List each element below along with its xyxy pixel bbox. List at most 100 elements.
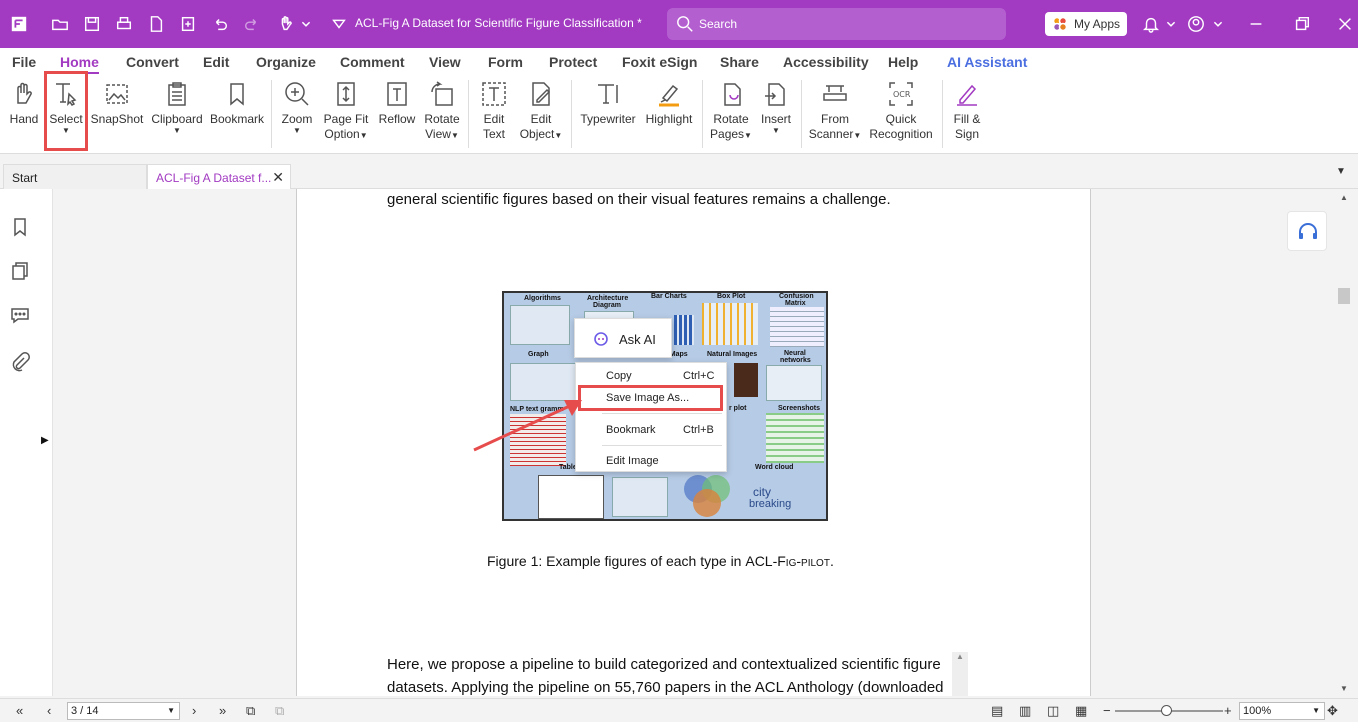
zoom-dropdown-icon[interactable]: ▼ <box>1312 706 1320 715</box>
tab-start[interactable]: Start <box>3 164 147 189</box>
tab-dropdown-icon[interactable] <box>328 13 350 35</box>
pages-panel-icon[interactable] <box>10 261 32 283</box>
undo-icon[interactable] <box>209 13 231 35</box>
menu-file[interactable]: File <box>12 54 36 70</box>
last-page-icon[interactable]: » <box>219 703 226 718</box>
menu-protect[interactable]: Protect <box>549 54 597 70</box>
menu-edit[interactable]: Edit <box>203 54 229 70</box>
quick-recognition-button[interactable]: OCR Quick Recognition <box>866 78 936 150</box>
chevron-down-icon[interactable] <box>1207 13 1229 35</box>
redo-icon[interactable] <box>241 13 263 35</box>
typewriter-button[interactable]: Typewriter <box>578 78 638 150</box>
my-apps-button[interactable]: My Apps <box>1045 12 1127 36</box>
text-scroll-handle[interactable]: ▲ <box>952 652 968 696</box>
zoom-out-icon[interactable]: − <box>1103 703 1111 718</box>
rotate-view-button[interactable]: Rotate View▼ <box>421 78 463 150</box>
scroll-down-icon[interactable]: ▼ <box>1340 684 1348 693</box>
minimize-icon[interactable] <box>1245 13 1267 35</box>
snapshot-button[interactable]: SnapShot <box>90 78 144 150</box>
clipboard-button[interactable]: Clipboard ▼ <box>150 78 204 150</box>
zoom-in-icon[interactable]: + <box>1224 703 1232 718</box>
ask-ai-popup[interactable]: Ask AI <box>574 318 672 358</box>
single-page-view-icon[interactable]: ▤ <box>991 703 1003 719</box>
menu-help[interactable]: Help <box>888 54 918 70</box>
bookmarks-panel-icon[interactable] <box>10 217 32 239</box>
continuous-view-icon[interactable]: ▥ <box>1019 703 1031 719</box>
my-apps-label: My Apps <box>1074 17 1121 31</box>
insert-button[interactable]: Insert ▼ <box>757 78 795 150</box>
next-page-icon[interactable]: › <box>192 703 196 718</box>
restore-icon[interactable] <box>1291 13 1313 35</box>
continuous-facing-view-icon[interactable]: ▦ <box>1075 703 1087 719</box>
vertical-scrollbar[interactable]: ▲ ▼ <box>1333 189 1358 696</box>
zoom-button[interactable]: Zoom ▼ <box>278 78 316 150</box>
zoom-caret: ▼ <box>293 126 301 135</box>
menu-view[interactable]: View <box>429 54 461 70</box>
print-icon[interactable] <box>113 13 135 35</box>
dropdown-arrow-icon[interactable] <box>295 13 317 35</box>
first-page-icon[interactable]: « <box>16 703 23 718</box>
scroll-up-icon[interactable]: ▲ <box>1340 193 1348 202</box>
comments-panel-icon[interactable] <box>10 305 32 327</box>
menu-item-edit-image[interactable]: Edit Image <box>606 455 659 467</box>
hand-tool-icon[interactable] <box>275 13 297 35</box>
tab-document[interactable]: ACL-Fig A Dataset f... ✕ <box>147 164 291 189</box>
menu-item-bookmark[interactable]: Bookmark <box>606 424 656 436</box>
menu-form[interactable]: Form <box>488 54 523 70</box>
fullscreen-icon[interactable]: ✥ <box>1327 703 1338 719</box>
attachments-panel-icon[interactable] <box>10 352 32 374</box>
rotate-pages-button[interactable]: Rotate Pages▼ <box>708 78 754 150</box>
account-icon[interactable] <box>1185 13 1207 35</box>
figure-label: Neural <box>784 350 806 357</box>
from-scanner-button[interactable]: From Scanner▼ <box>807 78 863 150</box>
clipboard-label: Clipboard <box>151 112 203 126</box>
bookmark-button[interactable]: Bookmark <box>208 78 266 150</box>
save-image-highlight <box>578 385 723 411</box>
expand-sidebar-icon[interactable]: ▶ <box>41 435 49 446</box>
page-fit-option-button[interactable]: Page Fit Option▼ <box>320 78 372 150</box>
close-icon[interactable] <box>1334 13 1356 35</box>
tab-document-label: ACL-Fig A Dataset f... <box>156 171 272 185</box>
foxit-logo-icon[interactable] <box>8 13 30 35</box>
menu-item-copy[interactable]: Copy <box>606 370 632 382</box>
menu-convert[interactable]: Convert <box>126 54 179 70</box>
reflow-icon <box>383 80 411 108</box>
menu-comment[interactable]: Comment <box>340 54 405 70</box>
highlight-button[interactable]: Highlight <box>642 78 696 150</box>
menu-share[interactable]: Share <box>720 54 759 70</box>
save-icon[interactable] <box>81 13 103 35</box>
next-view-icon[interactable]: ⧉ <box>275 703 284 719</box>
menu-home[interactable]: Home <box>60 54 99 74</box>
apps-icon <box>1052 16 1068 32</box>
edit-text-button[interactable]: Edit Text <box>475 78 513 150</box>
edit-object-button[interactable]: Edit Object▼ <box>517 78 565 150</box>
scrollbar-thumb[interactable] <box>1338 288 1350 304</box>
ai-assistant-float-button[interactable] <box>1287 211 1327 251</box>
chevron-down-icon[interactable] <box>1160 13 1182 35</box>
create-pdf-icon[interactable] <box>145 13 167 35</box>
menu-foxit-esign[interactable]: Foxit eSign <box>622 54 697 70</box>
edit-object-icon <box>527 80 555 108</box>
facing-view-icon[interactable]: ◫ <box>1047 703 1059 719</box>
zoom-slider-handle[interactable] <box>1161 705 1172 716</box>
menu-accessibility[interactable]: Accessibility <box>783 54 869 70</box>
previous-view-icon[interactable]: ⧉ <box>246 703 255 719</box>
close-tab-icon[interactable]: ✕ <box>272 169 284 186</box>
zoom-level-input[interactable]: 100% ▼ <box>1239 702 1325 720</box>
previous-page-icon[interactable]: ‹ <box>47 703 51 718</box>
zoom-label: Zoom <box>281 112 313 126</box>
natural-image-thumbnail <box>734 363 758 397</box>
hand-button[interactable]: Hand <box>6 78 42 150</box>
open-folder-icon[interactable] <box>49 13 71 35</box>
new-page-icon[interactable] <box>177 13 199 35</box>
menu-ai-assistant[interactable]: AI Assistant <box>947 54 1027 70</box>
search-input[interactable]: Search <box>667 8 1006 40</box>
bell-icon[interactable] <box>1140 13 1162 35</box>
page-dropdown-icon[interactable]: ▼ <box>167 706 175 715</box>
fill-sign-button[interactable]: Fill & Sign <box>948 78 986 150</box>
page-number-input[interactable]: 3 / 14 ▼ <box>67 702 180 720</box>
reflow-button[interactable]: Reflow <box>377 78 417 150</box>
zoom-slider[interactable] <box>1115 705 1223 716</box>
tabs-dropdown-icon[interactable]: ▼ <box>1336 166 1346 177</box>
menu-organize[interactable]: Organize <box>256 54 316 70</box>
